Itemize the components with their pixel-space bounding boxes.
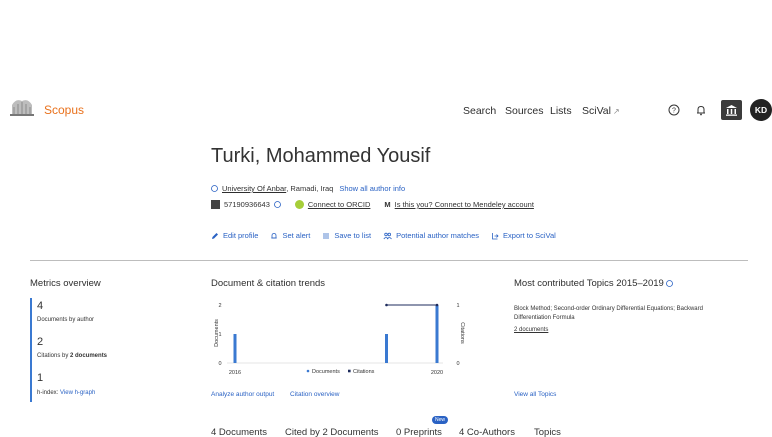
y-right-tick-label: 0 xyxy=(456,361,459,367)
citation-overview-link[interactable]: Citation overview xyxy=(290,391,340,398)
section-divider xyxy=(30,260,748,261)
x-tick-label: 2020 xyxy=(431,370,443,376)
legend-documents-label: Documents xyxy=(312,369,340,375)
y-left-tick-label: 2 xyxy=(218,303,221,309)
trends-chart-svg: 21010Documents Citations2016 2020Documents… xyxy=(214,303,465,376)
h-index-row: h-index: View h-graph xyxy=(37,390,95,396)
edit-profile-label: Edit profile xyxy=(223,231,259,240)
set-alert-label: Set alert xyxy=(282,231,311,240)
nav-sources[interactable]: Sources xyxy=(505,105,544,117)
author-actions: Edit profile Set alert Save to list Pote… xyxy=(211,231,556,240)
svg-text:?: ? xyxy=(672,108,676,115)
legend-documents-swatch xyxy=(306,369,310,373)
citations-point xyxy=(435,303,439,307)
topic-name[interactable]: Block Method; Second-order Ordinary Diff… xyxy=(514,305,739,323)
analyze-author-output-link[interactable]: Analyze author output xyxy=(211,391,274,398)
connect-orcid-link[interactable]: Connect to ORCID xyxy=(308,200,371,209)
set-alert-button[interactable]: Set alert xyxy=(270,231,310,240)
trends-chart: 2 1 0 1 0 Documents Citations 2016 2020 Documents… xyxy=(205,295,475,380)
legend-citations-swatch xyxy=(348,369,351,373)
edit-profile-button[interactable]: Edit profile xyxy=(211,231,258,240)
orcid-icon xyxy=(294,200,304,209)
topic-documents-link[interactable]: 2 documents xyxy=(514,327,548,333)
scopus-brand[interactable]: Scopus xyxy=(44,103,84,117)
identifier-row: 57190936643 Connect to ORCID M Is this y… xyxy=(211,200,534,209)
avatar[interactable]: KD xyxy=(750,99,772,121)
h-index-label: h-index: xyxy=(37,390,59,396)
citations-point xyxy=(385,303,388,307)
citations-label-documents: 2 documents xyxy=(70,353,108,359)
nav-search[interactable]: Search xyxy=(463,105,496,117)
tab-preprints[interactable]: 0 Preprints xyxy=(396,427,442,437)
metrics-accent-bar xyxy=(30,298,32,402)
tab-documents[interactable]: 4 Documents xyxy=(211,427,267,437)
help-icon[interactable]: ? xyxy=(665,101,683,119)
tab-topics[interactable]: Topics xyxy=(534,427,561,437)
elsevier-logo[interactable] xyxy=(8,95,36,117)
documents-bar xyxy=(385,334,388,363)
potential-author-matches-button[interactable]: Potential author matches xyxy=(383,231,479,240)
citations-label-prefix: Citations by xyxy=(37,353,71,359)
institution-icon[interactable] xyxy=(721,100,742,120)
nav-scival-label: SciVal xyxy=(582,105,611,117)
nav-scival[interactable]: SciVal ↗ xyxy=(582,105,620,117)
h-index-value: 1 xyxy=(37,372,44,384)
view-all-topics-link[interactable]: View all Topics xyxy=(514,391,556,398)
nav-lists[interactable]: Lists xyxy=(550,105,572,117)
new-badge: New xyxy=(432,416,449,424)
export-icon xyxy=(492,232,499,239)
legend-citations-label: Citations xyxy=(353,369,375,375)
list-icon xyxy=(323,233,330,238)
view-h-graph-link[interactable]: View h-graph xyxy=(60,390,95,396)
y-left-axis-label: Documents xyxy=(214,319,220,347)
documents-bar xyxy=(233,334,237,363)
author-name: Turki, Mohammed Yousif xyxy=(211,145,431,167)
x-tick-label: 2016 xyxy=(229,370,241,376)
mendeley-icon: M xyxy=(384,200,391,209)
y-right-tick-label: 1 xyxy=(456,303,459,309)
save-to-list-button[interactable]: Save to list xyxy=(322,231,371,240)
documents-bar xyxy=(435,305,439,363)
location-icon xyxy=(211,185,218,192)
affiliation-row: University Of Anbar, Ramadi, Iraq Show a… xyxy=(211,184,405,193)
mendeley-link[interactable]: Is this you? Connect to Mendeley account xyxy=(395,200,534,209)
document-citation-trends-title: Document & citation trends xyxy=(211,278,326,289)
external-link-icon: ↗ xyxy=(612,107,620,116)
y-left-tick-label: 0 xyxy=(218,361,221,367)
pencil-icon xyxy=(212,232,218,239)
people-icon xyxy=(383,232,392,239)
metrics-overview-title: Metrics overview xyxy=(30,278,101,289)
most-contributed-topics-title: Most contributed Topics 2015–2019 xyxy=(514,278,674,289)
scopus-id: 57190936643 xyxy=(224,200,270,209)
citations-count: 2 xyxy=(37,336,44,348)
bell-icon[interactable] xyxy=(692,101,710,119)
citations-count-label: Citations by 2 documents xyxy=(37,353,107,359)
info-icon[interactable] xyxy=(666,280,674,287)
y-right-axis-label: Citations xyxy=(459,322,465,344)
tab-co-authors[interactable]: 4 Co-Authors xyxy=(459,427,515,437)
bell-icon xyxy=(271,232,278,238)
topics-title-text: Most contributed Topics 2015–2019 xyxy=(514,278,664,289)
export-to-scival-label: Export to SciVal xyxy=(503,231,556,240)
potential-author-matches-label: Potential author matches xyxy=(396,231,480,240)
tab-cited-by[interactable]: Cited by 2 Documents xyxy=(285,427,378,437)
show-all-author-info-link[interactable]: Show all author info xyxy=(339,184,405,193)
documents-count: 4 xyxy=(37,300,44,312)
documents-count-label: Documents by author xyxy=(37,317,95,323)
export-to-scival-button[interactable]: Export to SciVal xyxy=(491,231,556,240)
affiliation-link[interactable]: University Of Anbar xyxy=(222,184,286,193)
info-icon[interactable] xyxy=(273,201,281,208)
save-to-list-label: Save to list xyxy=(334,231,372,240)
affiliation-location: , Ramadi, Iraq xyxy=(286,184,334,193)
scopus-id-icon xyxy=(211,200,220,209)
